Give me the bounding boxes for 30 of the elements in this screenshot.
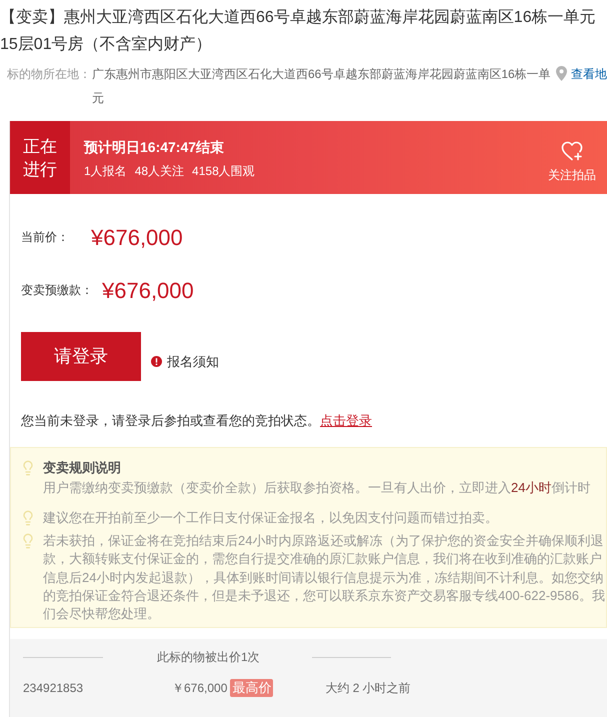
login-link[interactable]: 点击登录 xyxy=(320,413,372,428)
highest-price-badge: 最高价 xyxy=(230,679,274,698)
price-label: 当前价： xyxy=(21,229,69,246)
location-label: 标的物所在地： xyxy=(6,66,91,83)
follow-button[interactable]: 关注拍品 xyxy=(548,140,596,182)
bid-history-heading: 此标的物被出价1次 xyxy=(157,649,260,666)
bid-price: ￥676,000 xyxy=(172,680,228,698)
auction-stat: 4158人围观 xyxy=(192,162,255,178)
deposit-label: 变卖预缴款： xyxy=(21,282,93,299)
login-button[interactable]: 请登录 xyxy=(21,332,141,381)
alert-icon xyxy=(151,356,162,367)
auction-stat: 48人关注 xyxy=(134,162,184,178)
bidder-id: 234921853 xyxy=(23,680,84,698)
tip-text: 用户需缴纳变卖预缴款（变卖价全款）后获取参拍资格。一旦有人出价，立即进入24小时倒计时 xyxy=(43,479,592,497)
login-hint-text: 您当前未登录，请登录后参拍或查看您的竞拍状态。点击登录 xyxy=(21,412,373,430)
notice-link[interactable]: 报名须知 xyxy=(167,352,219,372)
auction-stat: 1人报名 xyxy=(84,162,127,178)
map-pin-icon xyxy=(556,66,567,81)
end-time: 预计明日16:47:47结束 xyxy=(84,138,226,156)
tip-text: 建议您在开拍前至少一个工作日支付保证金报名，以免因支付问题而错过拍卖。 xyxy=(43,509,499,527)
price-value: ¥676,000 xyxy=(91,224,183,252)
tip-title: 变卖规则说明 xyxy=(43,459,122,477)
deposit-value: ¥676,000 xyxy=(102,276,194,304)
bid-time: 大约 2 小时之前 xyxy=(325,680,411,698)
heart-plus-icon xyxy=(561,140,583,160)
listing-title: 【变卖】惠州大亚湾西区石化大道西66号卓越东部蔚蓝海岸花园蔚蓝南区16栋一单元15层01号房（不含室内财产） xyxy=(0,8,597,55)
location-address: 广东惠州市惠阳区大亚湾西区石化大道西66号卓越东部蔚蓝海岸花园蔚蓝南区16栋一单元 xyxy=(92,66,552,107)
tip-text: 若未获拍，保证金将在竞拍结束后24小时内原路返还或解冻（为了保护您的资金安全并确保顺利退款，大额转账支付保证金的，需您自行提交准确的原汇款账户信息，我们将在收到准确的汇款账户信息后24小时内发起退款），具体到账时间请以银行信息提示为准，冻结期间不计利息。如您交纳的竞拍保证金符合退还条件，但是未予退还，您可以联系京东资产交易客服专线400-622-9586。我们会尽快帮您处理。 xyxy=(43,532,606,624)
view-map-link[interactable]: 查看地 xyxy=(571,62,607,86)
status-text: 正在进行 xyxy=(23,136,57,180)
